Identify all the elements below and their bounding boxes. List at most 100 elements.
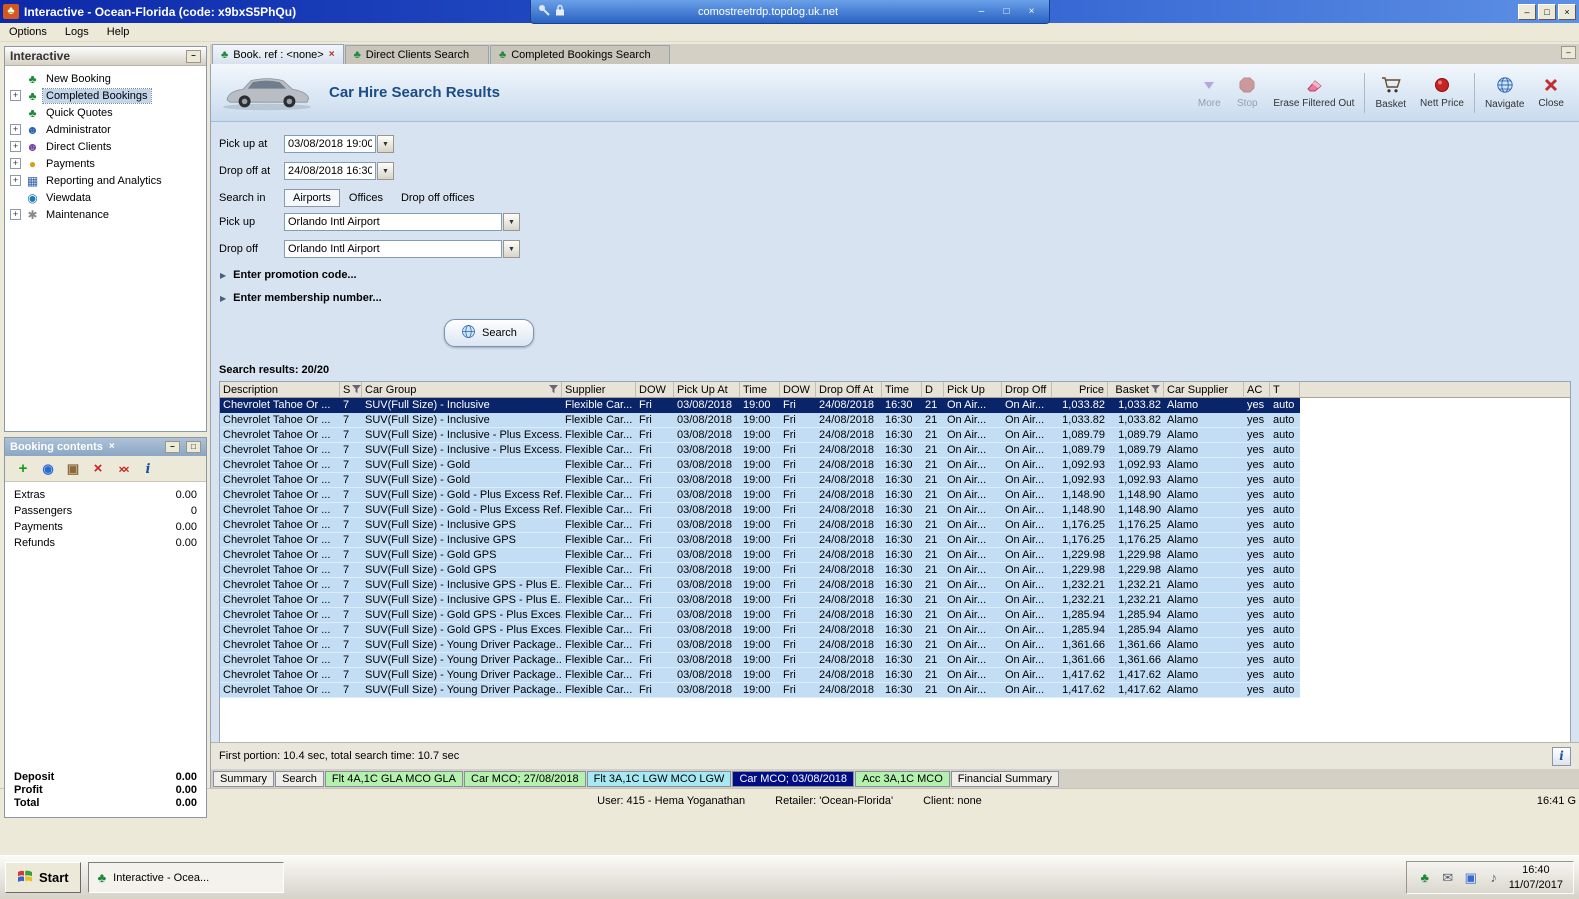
col-header-s[interactable]: S <box>340 382 362 398</box>
booking-section-tab[interactable]: Flt 4A,1C GLA MCO GLA <box>324 770 464 787</box>
filter-icon[interactable] <box>352 384 361 396</box>
erase-filtered-out-button[interactable]: Erase Filtered Out <box>1266 77 1361 109</box>
promotion-code-expander[interactable]: ▶ Enter promotion code... <box>220 269 1579 281</box>
table-row[interactable]: Chevrolet Tahoe Or ... 7 SUV(Full Size) … <box>220 503 1300 518</box>
search-in-tab[interactable]: Drop off offices <box>392 189 484 207</box>
table-row[interactable]: Chevrolet Tahoe Or ... 7 SUV(Full Size) … <box>220 458 1300 473</box>
close-page-button[interactable]: Close <box>1531 77 1571 109</box>
pickup-combobox[interactable] <box>284 213 502 231</box>
more-button[interactable]: More <box>1190 77 1228 109</box>
table-row[interactable]: Chevrolet Tahoe Or ... 7 SUV(Full Size) … <box>220 398 1300 413</box>
pickup-at-dropdown-icon[interactable]: ▼ <box>377 135 394 153</box>
table-row[interactable]: Chevrolet Tahoe Or ... 7 SUV(Full Size) … <box>220 518 1300 533</box>
dropoff-combobox[interactable] <box>284 240 502 258</box>
tray-icon[interactable] <box>1486 870 1502 885</box>
tray-icon[interactable] <box>1463 870 1479 886</box>
sidebar-item[interactable]: + Direct Clients <box>5 138 206 155</box>
sidebar-collapse-button[interactable]: – <box>186 49 201 63</box>
expander-icon[interactable]: + <box>10 209 21 220</box>
col-header-basket[interactable]: Basket <box>1108 382 1164 398</box>
dropoff-dropdown-icon[interactable]: ▼ <box>503 240 520 258</box>
booking-section-tab[interactable]: Acc 3A,1C MCO <box>855 770 950 787</box>
tray-icon[interactable] <box>1440 870 1456 886</box>
col-header-pick-up[interactable]: Pick Up <box>944 382 1002 398</box>
window-close-button[interactable]: × <box>1558 3 1576 20</box>
sidebar-item[interactable]: + Administrator <box>5 121 206 138</box>
dropoff-at-input[interactable] <box>284 162 376 180</box>
expander-icon[interactable]: + <box>10 158 21 169</box>
col-header-supplier[interactable]: Supplier <box>562 382 636 398</box>
col-header-dow[interactable]: DOW <box>636 382 674 398</box>
col-header-time[interactable]: Time <box>882 382 922 398</box>
basket-item-icon[interactable] <box>65 461 81 477</box>
table-row[interactable]: Chevrolet Tahoe Or ... 7 SUV(Full Size) … <box>220 428 1300 443</box>
main-minimize-button[interactable]: – <box>1561 46 1576 59</box>
booking-section-tab[interactable]: Car MCO; 03/08/2018 <box>732 770 855 787</box>
filter-icon[interactable] <box>549 384 558 396</box>
table-row[interactable]: Chevrolet Tahoe Or ... 7 SUV(Full Size) … <box>220 533 1300 548</box>
sidebar-item[interactable]: + Viewdata <box>5 189 206 206</box>
sidebar-item[interactable]: + Maintenance <box>5 206 206 223</box>
booking-section-tab[interactable]: Financial Summary <box>950 770 1059 787</box>
sidebar-item[interactable]: + New Booking <box>5 70 206 87</box>
col-header-time[interactable]: Time <box>740 382 780 398</box>
booking-contents-close-button[interactable]: × <box>109 442 115 452</box>
document-tab[interactable]: ♣ Direct Clients Search × <box>344 45 489 64</box>
menu-item[interactable]: Help <box>98 24 139 40</box>
col-header-car-group[interactable]: Car Group <box>362 382 562 398</box>
col-header-pick-up-at[interactable]: Pick Up At <box>674 382 740 398</box>
tab-close-icon[interactable]: × <box>329 49 335 60</box>
sidebar-item[interactable]: + Payments <box>5 155 206 172</box>
table-row[interactable]: Chevrolet Tahoe Or ... 7 SUV(Full Size) … <box>220 623 1300 638</box>
booking-contents-row[interactable]: Passengers 0 <box>14 505 197 521</box>
stop-button[interactable]: Stop <box>1228 77 1266 109</box>
delete-all-icon[interactable] <box>115 461 131 477</box>
col-header-ac[interactable]: AC <box>1244 382 1270 398</box>
rdp-minimize-button[interactable]: – <box>972 4 992 20</box>
col-header-price[interactable]: Price <box>1052 382 1108 398</box>
filter-icon[interactable] <box>1151 384 1160 396</box>
membership-number-expander[interactable]: ▶ Enter membership number... <box>220 292 1579 304</box>
col-header-car-supplier[interactable]: Car Supplier <box>1164 382 1244 398</box>
sidebar-item[interactable]: + Quick Quotes <box>5 104 206 121</box>
info-icon[interactable] <box>140 461 156 477</box>
booking-contents-restore-button[interactable]: □ <box>186 441 201 453</box>
search-in-tab[interactable]: Airports <box>284 189 340 207</box>
navigate-button[interactable]: Navigate <box>1478 76 1531 110</box>
pickup-at-input[interactable] <box>284 135 376 153</box>
document-tab[interactable]: ♣ Completed Bookings Search × <box>489 45 671 64</box>
col-header-dow[interactable]: DOW <box>780 382 816 398</box>
col-header-d[interactable]: D <box>922 382 944 398</box>
booking-section-tab[interactable]: Search <box>275 770 324 787</box>
booking-section-tab[interactable]: Flt 3A,1C LGW MCO LGW <box>586 770 732 787</box>
expander-icon[interactable]: + <box>10 124 21 135</box>
expander-icon[interactable]: + <box>10 175 21 186</box>
booking-contents-minimize-button[interactable]: – <box>165 441 180 453</box>
info-icon[interactable]: i <box>1552 746 1571 766</box>
table-row[interactable]: Chevrolet Tahoe Or ... 7 SUV(Full Size) … <box>220 593 1300 608</box>
sidebar-item[interactable]: + Completed Bookings <box>5 87 206 104</box>
menu-item[interactable]: Options <box>0 24 56 40</box>
nett-price-button[interactable]: Nett Price <box>1413 77 1471 109</box>
table-row[interactable]: Chevrolet Tahoe Or ... 7 SUV(Full Size) … <box>220 653 1300 668</box>
start-button[interactable]: Start <box>5 862 81 893</box>
table-row[interactable]: Chevrolet Tahoe Or ... 7 SUV(Full Size) … <box>220 488 1300 503</box>
col-header-t[interactable]: T <box>1270 382 1300 398</box>
window-restore-button[interactable]: □ <box>1538 3 1556 20</box>
table-row[interactable]: Chevrolet Tahoe Or ... 7 SUV(Full Size) … <box>220 413 1300 428</box>
search-item-icon[interactable] <box>40 461 56 477</box>
booking-contents-row[interactable]: Extras 0.00 <box>14 489 197 505</box>
taskbar-app-button[interactable]: ♣ Interactive - Ocea... <box>87 862 284 893</box>
booking-section-tab[interactable]: Car MCO; 27/08/2018 <box>464 770 586 787</box>
col-header-drop-off[interactable]: Drop Off <box>1002 382 1052 398</box>
booking-section-tab[interactable]: Summary <box>213 770 275 787</box>
tray-icon[interactable] <box>1417 870 1433 885</box>
table-row[interactable]: Chevrolet Tahoe Or ... 7 SUV(Full Size) … <box>220 473 1300 488</box>
table-row[interactable]: Chevrolet Tahoe Or ... 7 SUV(Full Size) … <box>220 638 1300 653</box>
dropoff-at-dropdown-icon[interactable]: ▼ <box>377 162 394 180</box>
rdp-close-button[interactable]: × <box>1022 4 1042 20</box>
booking-contents-row[interactable]: Payments 0.00 <box>14 521 197 537</box>
window-minimize-button[interactable]: – <box>1518 3 1536 20</box>
booking-contents-row[interactable]: Refunds 0.00 <box>14 537 197 553</box>
table-row[interactable]: Chevrolet Tahoe Or ... 7 SUV(Full Size) … <box>220 668 1300 683</box>
